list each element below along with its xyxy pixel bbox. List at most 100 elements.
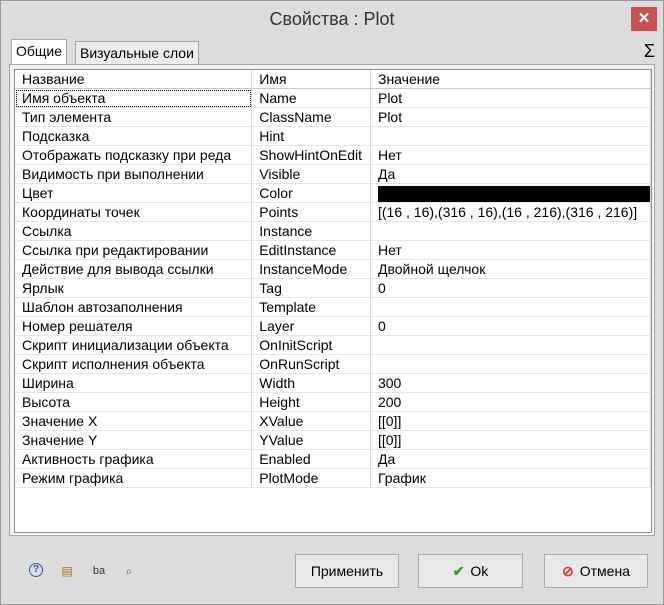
property-value-cell[interactable] <box>370 221 651 242</box>
property-value-cell[interactable]: График <box>370 468 651 489</box>
property-id-cell[interactable]: InstanceMode <box>251 259 371 280</box>
property-name-cell[interactable]: Высота <box>15 392 253 413</box>
property-id-cell[interactable]: Tag <box>251 278 371 299</box>
property-id-cell[interactable]: XValue <box>251 411 371 432</box>
property-id-cell[interactable]: Layer <box>251 316 371 337</box>
property-id-cell[interactable]: Instance <box>251 221 371 242</box>
property-id-cell[interactable]: Template <box>251 297 371 318</box>
property-name-cell[interactable]: Ярлык <box>15 278 253 299</box>
property-value-cell[interactable] <box>370 335 651 356</box>
property-id-cell[interactable]: Name <box>251 88 371 108</box>
property-value-cell[interactable]: Plot <box>370 88 651 108</box>
property-id-cell[interactable]: Enabled <box>251 449 371 470</box>
table-row[interactable]: Номер решателя Layer 0 <box>15 316 651 337</box>
table-row[interactable]: Ярлык Tag 0 <box>15 278 651 299</box>
property-name-cell[interactable]: Значение X <box>15 411 253 432</box>
property-value-cell[interactable]: [(16 , 16),(316 , 16),(16 , 216),(316 , … <box>370 202 651 223</box>
rename-icon[interactable]: ba <box>91 563 107 579</box>
color-swatch[interactable] <box>377 186 650 202</box>
table-row[interactable]: Скрипт исполнения объекта OnRunScript <box>15 354 651 375</box>
column-header-id[interactable]: Имя <box>251 70 371 89</box>
property-value-cell[interactable]: [[0]] <box>370 430 651 451</box>
ok-button[interactable]: ✔ Ok <box>418 554 523 588</box>
property-name-cell[interactable]: Ширина <box>15 373 253 394</box>
property-value-cell[interactable]: Нет <box>370 240 651 261</box>
property-id-cell[interactable]: PlotMode <box>251 468 371 489</box>
table-row[interactable]: Видимость при выполнении Visible Да <box>15 164 651 184</box>
table-row[interactable]: Скрипт инициализации объекта OnInitScript <box>15 335 651 356</box>
property-value-cell[interactable]: Да <box>370 164 651 184</box>
property-value-cell[interactable]: Двойной щелчок <box>370 259 651 280</box>
table-row[interactable]: Ссылка при редактировании EditInstance Нет <box>15 240 651 261</box>
property-id-cell[interactable]: YValue <box>251 430 371 451</box>
property-name-cell[interactable]: Скрипт исполнения объекта <box>15 354 253 375</box>
table-row[interactable]: Высота Height 200 <box>15 392 651 413</box>
table-row[interactable]: Активность графика Enabled Да <box>15 449 651 470</box>
property-value-cell[interactable]: 0 <box>370 278 651 299</box>
property-name-cell[interactable]: Видимость при выполнении <box>15 164 253 184</box>
table-row[interactable]: Ширина Width 300 <box>15 373 651 394</box>
table-row[interactable]: Значение Y YValue [[0]] <box>15 430 651 451</box>
property-id-cell[interactable]: OnRunScript <box>251 354 371 375</box>
ok-label: Ok <box>470 563 489 579</box>
property-name-cell[interactable]: Цвет <box>15 183 253 204</box>
table-row[interactable]: Шаблон автозаполнения Template <box>15 297 651 318</box>
property-value-cell[interactable]: Plot <box>370 107 651 127</box>
property-id-cell[interactable]: Hint <box>251 126 371 146</box>
property-name-cell[interactable]: Ссылка <box>15 221 253 242</box>
property-id-cell[interactable]: Width <box>251 373 371 394</box>
help-icon[interactable]: ? <box>29 563 43 577</box>
property-name-cell[interactable]: Имя объекта <box>15 88 253 108</box>
search-icon[interactable]: ⌕ <box>121 563 137 579</box>
property-name-cell[interactable]: Отображать подсказку при реда <box>15 145 253 165</box>
property-name-cell[interactable]: Координаты точек <box>15 202 253 223</box>
property-id-cell[interactable]: ShowHintOnEdit <box>251 145 371 165</box>
table-row[interactable]: Имя объекта Name Plot <box>15 88 651 108</box>
property-value-cell[interactable]: Нет <box>370 145 651 165</box>
property-name-cell[interactable]: Действие для вывода ссылки <box>15 259 253 280</box>
property-value-cell[interactable]: [[0]] <box>370 411 651 432</box>
property-id-cell[interactable]: EditInstance <box>251 240 371 261</box>
property-id-cell[interactable]: Height <box>251 392 371 413</box>
property-name-cell[interactable]: Ссылка при редактировании <box>15 240 253 261</box>
property-value-cell[interactable] <box>370 354 651 375</box>
property-value-cell[interactable] <box>370 126 651 146</box>
property-value-cell[interactable]: 200 <box>370 392 651 413</box>
table-row[interactable]: Режим графика PlotMode График <box>15 468 651 489</box>
property-value-cell[interactable]: 0 <box>370 316 651 337</box>
property-value-cell[interactable]: Да <box>370 449 651 470</box>
property-name-cell[interactable]: Тип элемента <box>15 107 253 127</box>
property-name-cell[interactable]: Шаблон автозаполнения <box>15 297 253 318</box>
table-row[interactable]: Подсказка Hint <box>15 126 651 146</box>
column-header-value[interactable]: Значение <box>370 70 651 89</box>
property-id-cell[interactable]: OnInitScript <box>251 335 371 356</box>
column-header-name[interactable]: Название <box>15 70 253 89</box>
property-value-cell[interactable] <box>370 183 651 204</box>
property-value-cell[interactable]: 300 <box>370 373 651 394</box>
property-name-cell[interactable]: Подсказка <box>15 126 253 146</box>
properties-icon[interactable]: ▤ <box>59 563 75 579</box>
property-name-cell[interactable]: Активность графика <box>15 449 253 470</box>
property-value-cell[interactable] <box>370 297 651 318</box>
table-row[interactable]: Действие для вывода ссылки InstanceMode Дв… <box>15 259 651 280</box>
table-row[interactable]: Отображать подсказку при реда ShowHintOnE… <box>15 145 651 165</box>
property-id-cell[interactable]: Color <box>251 183 371 204</box>
table-row[interactable]: Тип элемента ClassName Plot <box>15 107 651 127</box>
table-row[interactable]: Координаты точек Points [(16 , 16),(316 , … <box>15 202 651 223</box>
tab-visual-layers[interactable]: Визуальные слои <box>75 41 199 64</box>
property-id-cell[interactable]: Visible <box>251 164 371 184</box>
tab-general[interactable]: Общие <box>11 39 68 64</box>
close-button[interactable]: ✕ <box>631 7 657 31</box>
table-row[interactable]: Значение X XValue [[0]] <box>15 411 651 432</box>
property-id-cell[interactable]: Points <box>251 202 371 223</box>
table-row[interactable]: Ссылка Instance <box>15 221 651 242</box>
apply-button[interactable]: Применить <box>295 554 399 588</box>
property-name-cell[interactable]: Режим графика <box>15 468 253 489</box>
table-row[interactable]: Цвет Color <box>15 183 651 204</box>
property-name-cell[interactable]: Скрипт инициализации объекта <box>15 335 253 356</box>
sigma-icon[interactable]: Σ <box>644 41 655 62</box>
property-id-cell[interactable]: ClassName <box>251 107 371 127</box>
property-name-cell[interactable]: Значение Y <box>15 430 253 451</box>
cancel-button[interactable]: ⊘ Отмена <box>544 554 648 588</box>
property-name-cell[interactable]: Номер решателя <box>15 316 253 337</box>
